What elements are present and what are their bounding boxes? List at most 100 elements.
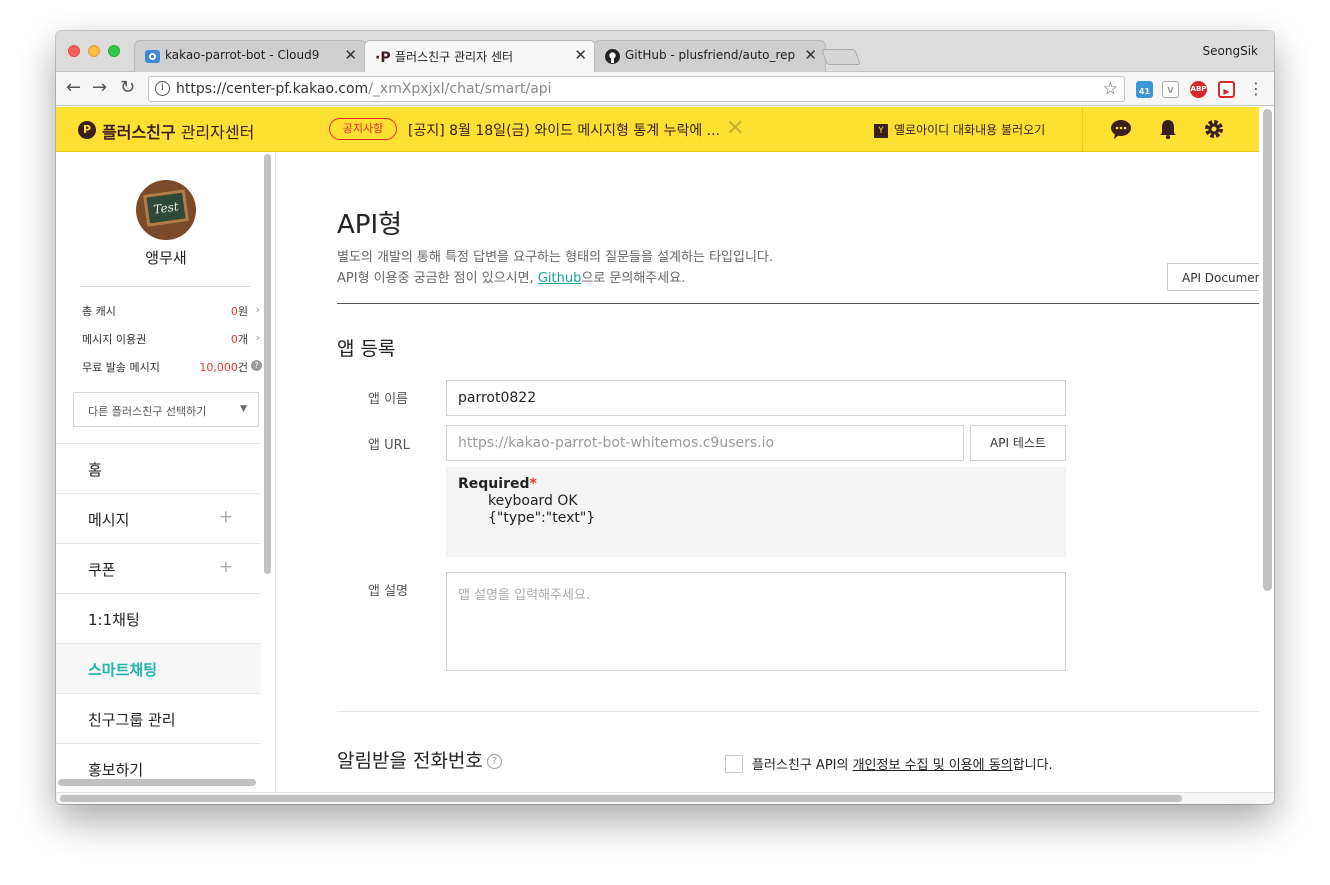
brand-rest: 관리자센터 bbox=[180, 123, 255, 142]
stat-cash[interactable]: 총 캐시 0원 › bbox=[82, 303, 260, 319]
stat-unit: 원 bbox=[237, 305, 248, 318]
chevron-down-icon: ▼ bbox=[240, 404, 247, 414]
browser-window: kakao-parrot-bot - Cloud9 ✕ ·P 플러스친구 관리자… bbox=[56, 31, 1274, 804]
plusfriend-icon: ·P bbox=[375, 50, 390, 64]
plus-icon[interactable]: + bbox=[219, 507, 233, 527]
sidebar-h-scrollbar[interactable] bbox=[58, 779, 256, 786]
chevron-right-icon: › bbox=[255, 331, 260, 344]
sidebar-item-message[interactable]: 메시지 + bbox=[56, 493, 261, 543]
yellow-id-text: 옐로아이디 대화내용 불러오기 bbox=[894, 123, 1046, 137]
stat-label: 총 캐시 bbox=[82, 305, 116, 318]
privacy-policy-link[interactable]: 개인정보 수집 및 이용에 동의 bbox=[853, 758, 1013, 773]
stat-label: 메시지 이용권 bbox=[82, 333, 147, 346]
chat-bubble-icon[interactable] bbox=[1110, 118, 1132, 140]
sidebar-item-label: 쿠폰 bbox=[88, 561, 116, 579]
url-field[interactable]: i https://center-pf.kakao.com/_xmXpxjxl/… bbox=[148, 76, 1125, 102]
stat-value: 0 bbox=[230, 305, 238, 318]
tab-close-icon[interactable]: ✕ bbox=[344, 46, 357, 64]
page-description: 별도의 개발의 통해 특정 답변을 요구하는 형태의 질문들을 설계하는 타입입… bbox=[337, 250, 774, 265]
bell-icon[interactable] bbox=[1157, 118, 1179, 140]
minimize-window-button[interactable] bbox=[88, 45, 100, 57]
app-name-input[interactable]: parrot0822 bbox=[446, 380, 1066, 416]
github-link[interactable]: Github bbox=[538, 271, 582, 286]
tab-plusfriend[interactable]: ·P 플러스친구 관리자 센터 ✕ bbox=[364, 40, 596, 72]
required-title: Required bbox=[458, 476, 530, 492]
tab-title: GitHub - plusfriend/auto_reply bbox=[625, 48, 795, 62]
plus-icon[interactable]: + bbox=[219, 557, 233, 577]
sidebar-item-smart-chat[interactable]: 스마트채팅 bbox=[56, 643, 261, 693]
help-icon[interactable]: ? bbox=[251, 360, 262, 371]
app-url-input[interactable]: https://kakao-parrot-bot-whitemos.c9user… bbox=[446, 425, 964, 461]
divider bbox=[337, 303, 1259, 304]
svg-text:·P: ·P bbox=[375, 50, 390, 64]
plusfriend-select[interactable]: 다른 플러스친구 선택하기 ▼ bbox=[73, 392, 259, 427]
desc-text: 으로 문의해주세요. bbox=[581, 271, 686, 286]
top-bar: P 플러스친구 관리자센터 공지사항 [공지] 8월 18일(금) 와이드 메시… bbox=[56, 107, 1259, 152]
divider bbox=[1082, 107, 1083, 151]
url-text: https://center-pf.kakao.com/_xmXpxjxl/ch… bbox=[176, 81, 552, 97]
address-bar-row: ← → ↻ i https://center-pf.kakao.com/_xmX… bbox=[56, 72, 1274, 106]
notice-close-icon[interactable]: ✕ bbox=[726, 116, 744, 141]
brand-title[interactable]: 플러스친구 관리자센터 bbox=[102, 119, 254, 143]
agree-checkbox[interactable] bbox=[725, 755, 743, 773]
main-scrollbar[interactable] bbox=[1263, 109, 1272, 591]
page-title: API형 bbox=[337, 210, 403, 240]
sidebar-item-label: 홈 bbox=[88, 461, 102, 479]
horizontal-scroll-thumb[interactable] bbox=[60, 795, 1182, 802]
api-document-button[interactable]: API Document bbox=[1167, 263, 1259, 291]
required-line: keyboard OK bbox=[488, 493, 578, 509]
gear-icon[interactable] bbox=[1203, 118, 1225, 140]
close-window-button[interactable] bbox=[68, 45, 80, 57]
required-line: {"type":"text"} bbox=[488, 510, 596, 526]
section-title: 앱 등록 bbox=[337, 338, 396, 360]
back-arrow-icon[interactable]: ← bbox=[66, 77, 81, 98]
reload-icon[interactable]: ↻ bbox=[120, 77, 135, 98]
menu-dots-icon[interactable]: ⋮ bbox=[1248, 79, 1264, 98]
bookmark-star-icon[interactable]: ☆ bbox=[1103, 79, 1118, 99]
sidebar-item-coupon[interactable]: 쿠폰 + bbox=[56, 543, 261, 593]
extension-badge-icon[interactable]: 41 bbox=[1136, 81, 1153, 98]
sidebar-item-home[interactable]: 홈 bbox=[56, 443, 261, 493]
stat-label: 무료 발송 메시지 bbox=[82, 361, 160, 374]
media-icon[interactable]: ▶ bbox=[1218, 81, 1235, 98]
agree-text: 플러스친구 API의 개인정보 수집 및 이용에 동의합니다. bbox=[752, 754, 1053, 773]
tab-github[interactable]: GitHub - plusfriend/auto_reply ✕ bbox=[594, 40, 826, 72]
info-icon[interactable]: i bbox=[155, 81, 170, 96]
select-label: 다른 플러스친구 선택하기 bbox=[88, 405, 207, 418]
notice-text[interactable]: [공지] 8월 18일(금) 와이드 메시지형 통계 누락에 ... bbox=[408, 120, 720, 140]
sidebar-item-friend-groups[interactable]: 친구그룹 관리 bbox=[56, 693, 261, 743]
url-path: /_xmXpxjxl/chat/smart/api bbox=[368, 81, 552, 97]
new-tab-button[interactable] bbox=[821, 49, 861, 65]
app-desc-textarea[interactable]: 앱 설명을 입력해주세요. bbox=[446, 572, 1066, 671]
sidebar-item-chat[interactable]: 1:1채팅 bbox=[56, 593, 261, 643]
api-test-button[interactable]: API 테스트 bbox=[970, 425, 1066, 461]
yellow-id-icon: Y bbox=[874, 123, 888, 138]
zoom-window-button[interactable] bbox=[108, 45, 120, 57]
adblock-icon[interactable]: ABP bbox=[1190, 81, 1207, 98]
tab-cloud9[interactable]: kakao-parrot-bot - Cloud9 ✕ bbox=[134, 40, 366, 72]
shield-icon[interactable]: V bbox=[1162, 81, 1179, 98]
sidebar-item-label: 메시지 bbox=[88, 511, 130, 529]
tab-close-icon[interactable]: ✕ bbox=[574, 46, 587, 64]
profile-name: 앵무새 bbox=[145, 249, 187, 267]
agree-post: 합니다. bbox=[1012, 758, 1053, 773]
chevron-right-icon: › bbox=[255, 303, 260, 316]
sidebar-scrollbar[interactable] bbox=[264, 154, 271, 574]
github-icon bbox=[605, 49, 620, 64]
app-desc-label: 앱 설명 bbox=[368, 584, 409, 599]
stat-message-ticket[interactable]: 메시지 이용권 0개 › bbox=[82, 331, 260, 347]
tab-bar: kakao-parrot-bot - Cloud9 ✕ ·P 플러스친구 관리자… bbox=[56, 31, 1274, 72]
stat-unit: 개 bbox=[237, 333, 248, 346]
sidebar-item-label: 친구그룹 관리 bbox=[88, 711, 176, 729]
help-icon[interactable]: ? bbox=[486, 754, 502, 769]
brand-bold: 플러스친구 bbox=[102, 123, 176, 142]
notice-badge[interactable]: 공지사항 bbox=[329, 118, 397, 140]
yellow-id-link[interactable]: Y 옐로아이디 대화내용 불러오기 bbox=[874, 121, 1045, 138]
extension-badge-count: 41 bbox=[1138, 87, 1151, 96]
sidebar-item-label: 1:1채팅 bbox=[88, 611, 140, 629]
forward-arrow-icon[interactable]: → bbox=[92, 77, 107, 98]
divider bbox=[80, 286, 250, 287]
avatar[interactable]: Test bbox=[136, 180, 196, 240]
tab-close-icon[interactable]: ✕ bbox=[804, 46, 817, 64]
profile-name[interactable]: SeongSik bbox=[1203, 44, 1258, 58]
